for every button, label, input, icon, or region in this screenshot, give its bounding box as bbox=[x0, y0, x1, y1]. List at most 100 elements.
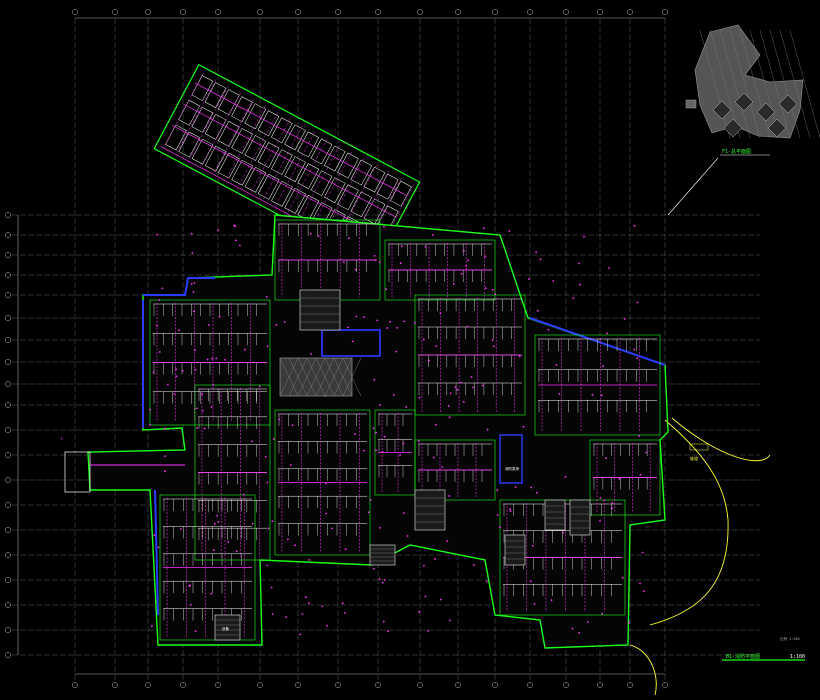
axis-bubble-icon bbox=[295, 682, 301, 688]
axis-bubble-icon bbox=[257, 9, 263, 15]
sprinkler-head bbox=[158, 299, 161, 301]
sprinkler-head bbox=[375, 431, 377, 434]
sprinkler-head bbox=[385, 288, 387, 291]
sprinkler-head bbox=[331, 527, 334, 530]
axis-bubble-icon bbox=[627, 682, 633, 688]
sprinkler-head bbox=[190, 283, 193, 285]
sprinkler-head bbox=[518, 355, 521, 358]
sprinkler-head bbox=[628, 621, 630, 624]
sprinkler-head bbox=[149, 408, 151, 411]
sprinkler-head bbox=[530, 486, 533, 489]
sprinkler-head bbox=[216, 514, 219, 517]
sprinkler-head bbox=[156, 324, 158, 327]
sprinkler-head bbox=[473, 564, 475, 566]
sprinkler-head bbox=[212, 384, 215, 386]
sprinkler-head bbox=[439, 598, 442, 601]
sprinkler-head bbox=[642, 590, 645, 593]
parking-stall bbox=[310, 170, 333, 197]
sprinkler-head bbox=[191, 252, 194, 254]
axis-bubble-icon bbox=[417, 682, 423, 688]
sprinkler-head bbox=[208, 324, 210, 326]
sprinkler-head bbox=[636, 357, 638, 360]
sprinkler-head bbox=[196, 427, 199, 429]
sprinkler-head bbox=[447, 405, 450, 407]
sprinkler-head bbox=[234, 225, 237, 228]
sprinkler-head bbox=[399, 454, 401, 456]
sprinkler-head bbox=[194, 368, 197, 371]
sprinkler-head bbox=[531, 544, 534, 547]
axis-bubble-icon bbox=[5, 359, 11, 365]
scale-note: 比例 1:100 bbox=[780, 636, 800, 641]
sprinkler-branch bbox=[299, 145, 340, 221]
axis-bubble-icon bbox=[627, 9, 633, 15]
axis-bubble-icon bbox=[5, 602, 11, 608]
sprinkler-head bbox=[533, 603, 536, 605]
sprinkler-head bbox=[194, 349, 196, 352]
sprinkler-pipe bbox=[183, 103, 396, 218]
sprinkler-head bbox=[192, 291, 195, 293]
sprinkler-head bbox=[271, 613, 274, 615]
parking-plan: ↑ bbox=[60, 63, 805, 696]
sprinkler-head bbox=[372, 427, 375, 430]
axis-bubble-icon bbox=[180, 9, 186, 15]
sprinkler-head bbox=[472, 386, 474, 389]
axis-bubble-icon bbox=[215, 9, 221, 15]
sprinkler-head bbox=[496, 489, 499, 492]
sprinkler-head bbox=[392, 394, 395, 396]
axis-bubble-icon bbox=[180, 682, 186, 688]
sprinkler-head bbox=[325, 482, 327, 485]
axis-bubble-icon bbox=[5, 252, 11, 258]
sprinkler-head bbox=[424, 595, 427, 598]
sprinkler-head bbox=[227, 541, 230, 543]
sprinkler-head bbox=[564, 476, 567, 478]
sprinkler-head bbox=[383, 579, 386, 581]
sprinkler-head bbox=[217, 520, 220, 523]
sprinkler-head bbox=[508, 230, 511, 232]
parking-stall bbox=[363, 166, 386, 193]
sprinkler-head bbox=[376, 319, 379, 322]
sprinkler-head bbox=[603, 499, 606, 502]
sprinkler-head bbox=[156, 233, 159, 236]
road-curve-outer bbox=[671, 417, 771, 462]
sprinkler-head bbox=[571, 627, 574, 630]
sprinkler-head bbox=[325, 512, 327, 515]
sprinkler-head bbox=[212, 549, 215, 552]
sprinkler-head bbox=[161, 287, 164, 290]
axis-bubble-icon bbox=[662, 682, 668, 688]
parking-stall bbox=[284, 124, 306, 151]
parking-stall bbox=[178, 99, 200, 126]
sprinkler-head bbox=[242, 493, 245, 496]
sprinkler-head bbox=[189, 603, 192, 606]
sprinkler-head bbox=[354, 433, 356, 435]
parking-stall bbox=[204, 82, 227, 108]
axis-bubble-icon bbox=[5, 477, 11, 483]
sprinkler-head bbox=[448, 416, 451, 419]
sprinkler-head bbox=[623, 317, 626, 320]
sprinkler-head bbox=[396, 326, 399, 329]
sprinkler-head bbox=[599, 520, 601, 522]
axis-bubble-icon bbox=[5, 381, 11, 387]
sprinkler-head bbox=[383, 225, 385, 228]
sprinkler-head bbox=[367, 511, 370, 514]
sprinkler-head bbox=[343, 261, 345, 263]
sprinkler-head bbox=[605, 457, 607, 459]
sprinkler-head bbox=[639, 473, 642, 476]
sprinkler-head bbox=[193, 310, 195, 313]
sprinkler-head bbox=[448, 495, 450, 497]
sprinkler-head bbox=[591, 393, 594, 396]
sprinkler-head bbox=[163, 427, 166, 430]
sprinkler-head bbox=[271, 520, 274, 523]
axis-bubble-icon bbox=[5, 232, 11, 238]
sprinkler-head bbox=[462, 401, 465, 403]
parking-stall bbox=[178, 131, 201, 158]
sprinkler-head bbox=[304, 596, 307, 599]
axis-bubble-icon bbox=[455, 9, 461, 15]
axis-bubble-icon bbox=[215, 682, 221, 688]
sprinkler-head bbox=[611, 507, 613, 510]
sprinkler-head bbox=[381, 451, 384, 453]
stair-core bbox=[504, 534, 526, 566]
axis-bubble-icon bbox=[597, 9, 603, 15]
axis-bubble-icon bbox=[662, 9, 668, 15]
sprinkler-head bbox=[491, 288, 494, 291]
sprinkler-head bbox=[555, 364, 558, 366]
